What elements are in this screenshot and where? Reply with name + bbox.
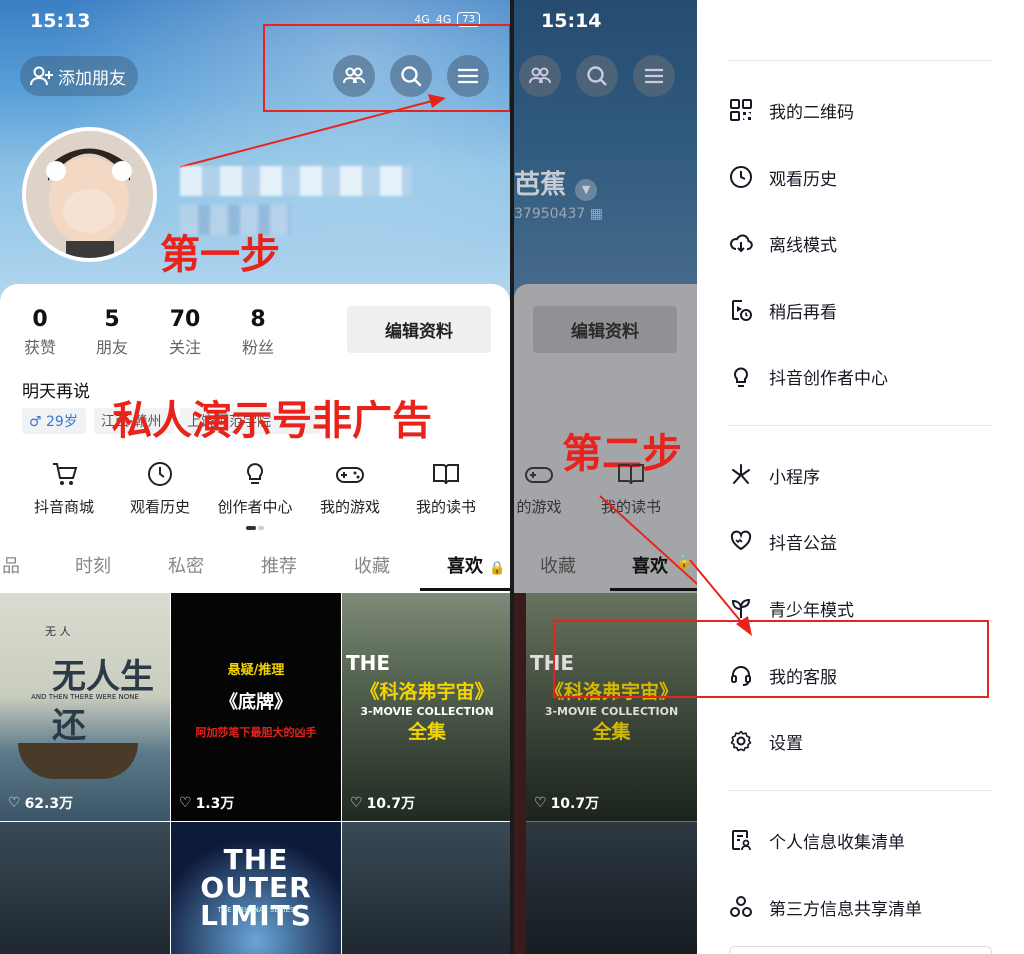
annotation-arrow-step2-head bbox=[689, 559, 752, 636]
